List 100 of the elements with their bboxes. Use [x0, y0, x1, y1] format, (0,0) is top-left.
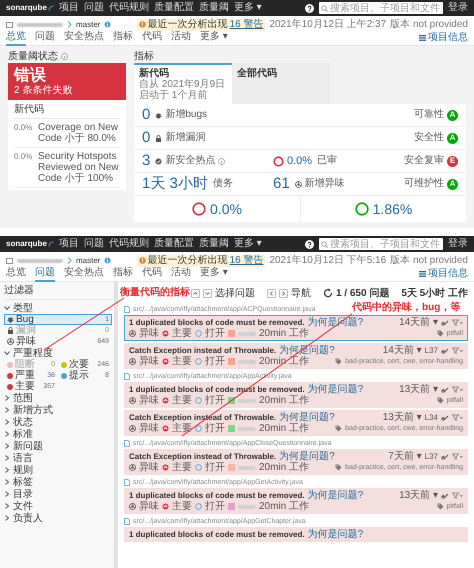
why-link[interactable]: 为何是问题? [279, 412, 335, 423]
nav-tab[interactable]: 更多 ▾ [200, 266, 228, 282]
why-link[interactable]: 为何是问题? [308, 529, 364, 540]
help-icon[interactable] [305, 240, 314, 248]
project-info-link[interactable]: 项目信息 [428, 32, 468, 44]
issue-status[interactable]: 打开 [205, 356, 225, 367]
measure-value[interactable]: 1.86% [372, 203, 412, 215]
nav-link[interactable]: 质量阈 [198, 2, 229, 14]
nav-link[interactable]: 问题 [84, 2, 104, 14]
facet-header[interactable]: 标准 [13, 428, 33, 440]
measure-value[interactable]: 0.0% [210, 203, 242, 215]
issue-title[interactable]: 1 duplicated blocks of code must be removed. [129, 490, 305, 501]
issue-title[interactable]: 1 duplicated blocks of code must be removed. [129, 529, 305, 540]
nav-link[interactable]: 质量配置 [154, 2, 194, 14]
nav-tab[interactable]: 活动 [171, 30, 191, 46]
up-key-icon[interactable] [190, 288, 200, 298]
down-key-icon[interactable] [202, 288, 212, 298]
filter-icon[interactable] [452, 492, 463, 499]
nav-link[interactable]: 代码规则 [108, 238, 149, 250]
nav-tab[interactable]: 总览 [6, 266, 26, 282]
issue-age[interactable]: 14天前 ▾ [382, 345, 422, 356]
filter-icon[interactable] [452, 319, 463, 326]
why-link[interactable]: 为何是问题? [279, 345, 335, 356]
period-tab[interactable]: 全部代码 [232, 63, 330, 104]
nav-link[interactable]: 问题 [84, 238, 104, 250]
line-number[interactable]: L34 [424, 412, 438, 423]
help-icon[interactable] [305, 4, 314, 12]
nav-link[interactable]: 更多 ▾ [234, 2, 262, 14]
measure-value[interactable]: 3 [142, 152, 150, 170]
nav-link[interactable]: 项目 [58, 238, 79, 250]
line-number[interactable]: L37 [424, 451, 438, 462]
facet-header[interactable]: 语言 [13, 452, 33, 464]
nav-link[interactable]: 质量阈 [198, 238, 229, 250]
why-link[interactable]: 为何是问题? [308, 317, 364, 328]
nav-tab[interactable]: 安全热点 [64, 30, 104, 46]
nav-link[interactable]: 代码规则 [108, 2, 149, 14]
issue-title[interactable]: 1 duplicated blocks of code must be removed. [129, 317, 305, 328]
why-link[interactable]: 为何是问题? [308, 384, 364, 395]
nav-tab[interactable]: 更多 ▾ [200, 30, 228, 46]
nav-tab[interactable]: 指标 [113, 266, 133, 282]
facet-header[interactable]: 负责人 [13, 512, 43, 524]
issue-card[interactable]: 1 duplicated blocks of code must be removed. 为何是问题? [124, 527, 468, 542]
facet-header[interactable]: 新问题 [13, 440, 43, 452]
issue-status[interactable]: 打开 [205, 462, 225, 473]
period-tab[interactable]: 新代码 自从 2021年9月9日 启动于 1个月前 [134, 63, 232, 104]
nav-tab[interactable]: 代码 [142, 30, 162, 46]
left-key-icon[interactable] [266, 288, 276, 298]
issue-age[interactable]: 7天前 ▾ [388, 451, 422, 462]
issue-status[interactable]: 打开 [205, 423, 225, 434]
login-link[interactable]: 登录 [448, 2, 468, 14]
facet-header[interactable]: 范围 [13, 392, 33, 404]
measure-value[interactable]: 0 [142, 129, 150, 147]
issue-severity[interactable]: 主要 [172, 462, 192, 473]
facet-header[interactable]: 新增方式 [13, 404, 53, 416]
warning-link[interactable]: 16 警告 [230, 254, 264, 266]
issue-age[interactable]: 13天前 ▾ [382, 412, 422, 423]
project-info-link[interactable]: 项目信息 [428, 268, 468, 280]
refresh-icon[interactable] [322, 288, 333, 298]
measure-value[interactable]: 1天 3小时 [142, 175, 208, 193]
issue-age[interactable]: 13天前 ▾ [399, 384, 438, 395]
right-key-icon[interactable] [278, 288, 288, 298]
issue-type[interactable]: 异味 [139, 395, 159, 406]
facet-header[interactable]: 类型 [13, 302, 33, 314]
nav-tab[interactable]: 指标 [113, 30, 133, 46]
facet-header[interactable]: 标签 [13, 476, 33, 488]
login-link[interactable]: 登录 [448, 238, 468, 250]
issue-status[interactable]: 打开 [205, 395, 225, 406]
nav-tab[interactable]: 问题 [35, 30, 55, 46]
issue-age[interactable]: 13天前 ▾ [399, 490, 438, 501]
why-link[interactable]: 为何是问题? [308, 490, 364, 501]
search-field[interactable]: 搜索项目、子项目和文件 [319, 238, 443, 250]
nav-tab[interactable]: 活动 [171, 266, 191, 282]
nav-tab[interactable]: 代码 [142, 266, 162, 282]
issue-title[interactable]: Catch Exception instead of Throwable. [129, 451, 276, 462]
filter-icon[interactable] [452, 414, 463, 421]
issue-type[interactable]: 异味 [139, 328, 159, 339]
issue-severity[interactable]: 主要 [172, 501, 192, 512]
logo[interactable]: sonarqube [6, 2, 47, 14]
measure-value[interactable]: 61 [273, 175, 290, 193]
logo[interactable]: sonarqube [6, 238, 47, 250]
measure-value[interactable]: 0 [142, 106, 150, 124]
facet-header[interactable]: 严重程度 [13, 348, 53, 358]
issue-title[interactable]: Catch Exception instead of Throwable. [129, 345, 276, 356]
why-link[interactable]: 为何是问题? [279, 451, 335, 462]
measure-value[interactable]: 0.0% [287, 152, 312, 170]
issue-type[interactable]: 异味 [139, 462, 159, 473]
warning-link[interactable]: 16 警告 [230, 18, 264, 30]
issue-status[interactable]: 打开 [205, 501, 225, 512]
facet-header[interactable]: 规则 [13, 464, 33, 476]
issue-type[interactable]: 异味 [139, 423, 159, 434]
issue-age[interactable]: 14天前 ▾ [399, 317, 438, 328]
filter-icon[interactable] [452, 386, 463, 393]
filter-icon[interactable] [452, 453, 463, 460]
nav-link[interactable]: 项目 [58, 2, 79, 14]
issue-severity[interactable]: 主要 [172, 356, 192, 367]
facet-header[interactable]: 目录 [13, 488, 33, 500]
issue-status[interactable]: 打开 [205, 328, 225, 339]
issue-type[interactable]: 异味 [139, 501, 159, 512]
filter-icon[interactable] [452, 347, 463, 354]
line-number[interactable]: L37 [424, 345, 438, 356]
